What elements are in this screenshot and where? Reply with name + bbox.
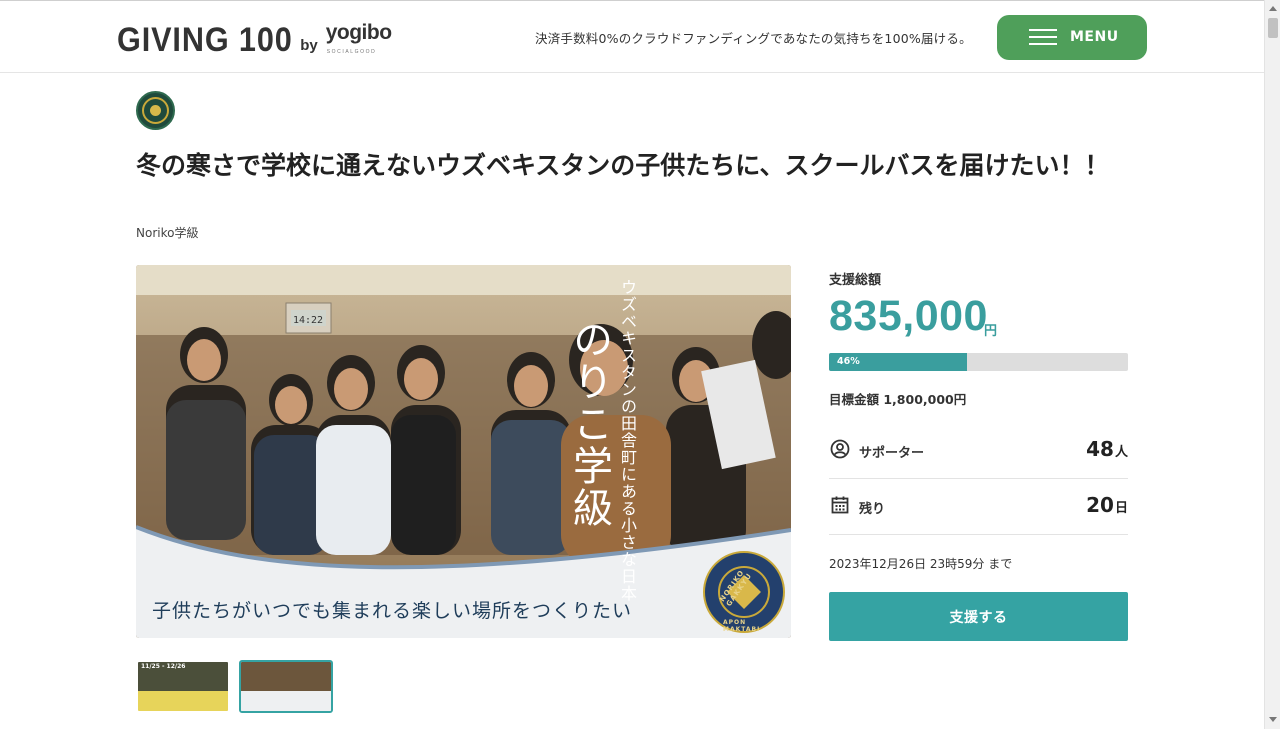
- support-button[interactable]: 支援する: [829, 592, 1128, 641]
- logo-main-text: GIVING 100: [117, 21, 293, 59]
- thumbnail-1[interactable]: 11/25 - 12/26: [136, 660, 230, 713]
- image-thumbnails: 11/25 - 12/26: [136, 660, 333, 713]
- organizer-avatar[interactable]: [136, 91, 175, 130]
- remaining-unit: 日: [1114, 501, 1128, 516]
- supporters-count: 48人: [1086, 437, 1128, 461]
- hero-caption: 子供たちがいつでも集まれる楽しい場所をつくりたい: [152, 600, 633, 622]
- remaining-days: 20日: [1086, 493, 1128, 517]
- supporters-label: サポーター: [859, 446, 925, 461]
- scrollbar-thumb[interactable]: [1268, 18, 1278, 38]
- hero-photo-illustration: 14:22: [136, 265, 791, 638]
- total-raised-unit: 円: [984, 324, 998, 339]
- progress-bar: 46%: [829, 353, 1128, 371]
- hamburger-icon: [1029, 29, 1057, 46]
- logo-by-text: by: [300, 37, 318, 54]
- supporters-row: サポーター 48人: [829, 423, 1128, 479]
- header-tagline: 決済手数料0%のクラウドファンディングであなたの気持ちを100%届ける。: [535, 31, 972, 46]
- hero-clock-text: 14:22: [293, 315, 323, 326]
- goal-amount: 目標金額 1,800,000円: [829, 392, 967, 407]
- thumbnail-1-label: 11/25 - 12/26: [141, 663, 186, 670]
- scroll-up-arrow-icon[interactable]: [1269, 6, 1277, 11]
- menu-button[interactable]: MENU: [997, 15, 1147, 60]
- organizer-name[interactable]: Noriko学級: [136, 224, 198, 241]
- supporters-unit: 人: [1114, 445, 1128, 460]
- site-header: GIVING 100 by yogibo SOCIALGOOD 決済手数料0%の…: [0, 0, 1264, 73]
- hero-school-seal: NORIKO GAKKYU APON MAKTABI: [703, 551, 785, 633]
- seal-text-right: APON MAKTABI: [723, 619, 761, 633]
- progress-bar-text: 46%: [837, 356, 860, 367]
- total-raised-amount: 835,000: [829, 292, 988, 340]
- project-title: 冬の寒さで学校に通えないウズベキスタンの子供たちに、スクールバスを届けたい！！: [136, 151, 1110, 180]
- remaining-days-row: 残り 20日: [829, 479, 1128, 535]
- calendar-icon: [831, 496, 849, 514]
- hero-vertical-subtitle: ウズベキスタンの田舎町にある小さな日本: [618, 279, 637, 602]
- total-raised-label: 支援総額: [829, 273, 882, 288]
- project-main-image[interactable]: 14:22 ウズベキスタンの田舎町にある小さな日本 のりこ学級 子供たちがいつで…: [136, 265, 791, 638]
- remaining-label: 残り: [859, 502, 886, 517]
- site-logo[interactable]: GIVING 100 by yogibo SOCIALGOOD: [117, 21, 392, 59]
- hero-vertical-title: のりこ学級: [566, 319, 612, 529]
- page-scrollbar[interactable]: [1264, 0, 1280, 729]
- deadline-text: 2023年12月26日 23時59分 まで: [829, 557, 1013, 571]
- logo-brand-text: yogibo: [325, 21, 392, 44]
- supporters-value: 48: [1086, 437, 1114, 461]
- logo-brand-subtext: SOCIALGOOD: [326, 49, 377, 55]
- thumbnail-2[interactable]: [239, 660, 333, 713]
- user-circle-icon: [830, 439, 850, 459]
- scroll-down-arrow-icon[interactable]: [1269, 717, 1277, 722]
- logo-brand: yogibo SOCIALGOOD: [326, 21, 392, 57]
- remaining-value: 20: [1086, 493, 1114, 517]
- menu-button-label: MENU: [1070, 29, 1119, 45]
